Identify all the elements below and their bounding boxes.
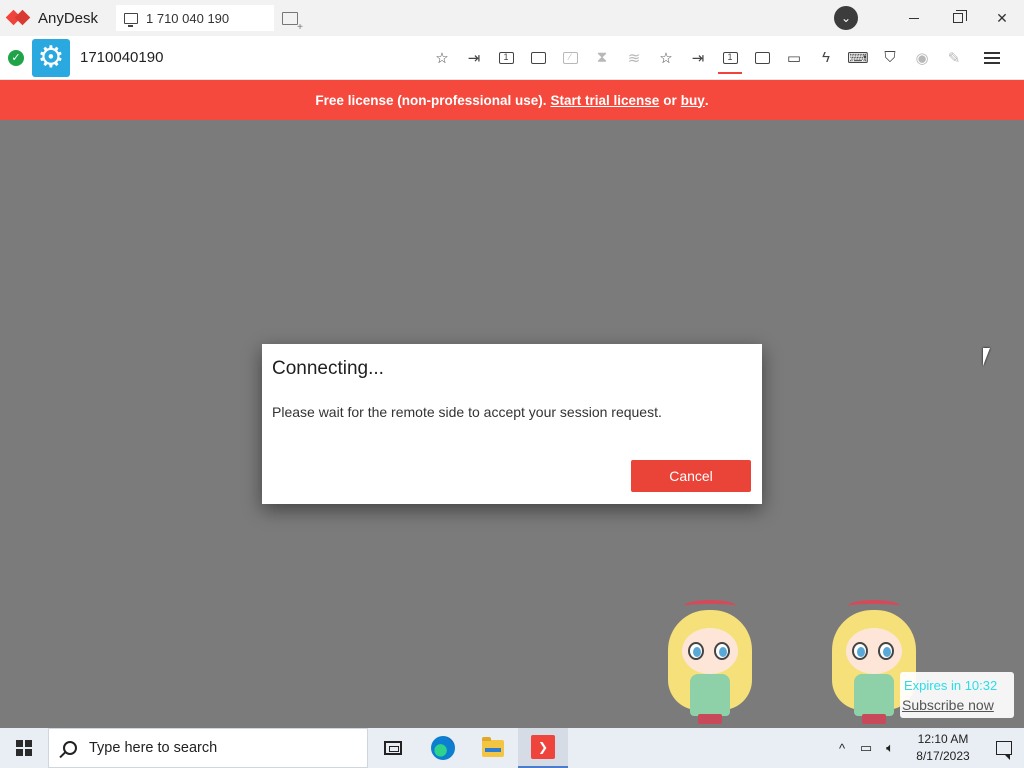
license-text: Free license (non-professional use).: [315, 92, 547, 108]
restore-icon: [953, 10, 967, 23]
network-icon[interactable]: ▭: [854, 728, 878, 768]
taskbar-search[interactable]: Type here to search: [48, 728, 368, 768]
close-icon: ✕: [996, 9, 1008, 26]
pen-icon[interactable]: ✎: [938, 42, 970, 74]
trial-expiry-overlay: Expires in 10:32 Subscribe now: [900, 672, 1014, 718]
dialog-title: Connecting...: [272, 358, 384, 379]
volume-icon[interactable]: 🔈︎: [878, 728, 902, 768]
favorite-icon[interactable]: ☆: [650, 42, 682, 74]
minimize-button[interactable]: [892, 0, 936, 36]
download-badge-icon[interactable]: ⌄: [834, 6, 858, 30]
session-tab-label: 1 710 040 190: [146, 10, 230, 26]
session-toolbar: ✓ ⚙ 1710040190 ☆ ⇥ 1 ⁄ ⧗ ≋ ☆ ⇥ 1 ▭ ϟ ⌨ ⛉…: [0, 36, 1024, 80]
license-banner: Free license (non-professional use). Sta…: [0, 80, 1024, 120]
favorite-icon[interactable]: ☆: [426, 42, 458, 74]
display-1-icon[interactable]: 1: [490, 42, 522, 74]
tool-group: ☆ ⇥ 1 ⁄ ⧗ ≋ ☆ ⇥ 1 ▭ ϟ ⌨ ⛉ ◉ ✎: [426, 42, 1000, 74]
notification-button[interactable]: [984, 728, 1024, 768]
clock-time: 12:10 AM: [917, 732, 969, 746]
cancel-button[interactable]: Cancel: [631, 460, 751, 492]
monitor-icon[interactable]: [522, 42, 554, 74]
edge-browser-icon: [431, 736, 455, 760]
system-tray: ^ ▭ 🔈︎ 12:10 AM 8/17/2023: [830, 728, 1024, 768]
mouse-cursor-icon: [983, 348, 997, 366]
clock[interactable]: 12:10 AM 8/17/2023: [908, 731, 978, 765]
actions-icon[interactable]: ⇥: [458, 42, 490, 74]
chat-icon[interactable]: ▭: [778, 42, 810, 74]
menu-icon[interactable]: [984, 51, 1000, 64]
display-1-icon[interactable]: 1: [714, 42, 746, 74]
or-text: or: [663, 92, 677, 108]
file-explorer-button[interactable]: [468, 728, 518, 768]
task-view-button[interactable]: [368, 728, 418, 768]
task-view-icon: [384, 741, 402, 755]
brand: AnyDesk: [8, 10, 108, 27]
banner-period: .: [704, 92, 709, 108]
folder-icon: [482, 736, 504, 757]
start-trial-link[interactable]: Start trial license: [550, 93, 659, 108]
character-sticker: [664, 598, 756, 726]
buy-link[interactable]: buy: [681, 93, 705, 108]
edge-button[interactable]: [418, 728, 468, 768]
taskbar: Type here to search ❯ ^ ▭ 🔈︎ 12:10 AM 8/…: [0, 728, 1024, 768]
anydesk-taskbar-button[interactable]: ❯: [518, 728, 568, 768]
minimize-icon: [909, 17, 919, 19]
lightning-icon[interactable]: ϟ: [810, 42, 842, 74]
transfer-icon[interactable]: ⇥: [682, 42, 714, 74]
search-icon: [63, 741, 77, 755]
session-id: 1710040190: [80, 49, 164, 66]
start-button[interactable]: [0, 728, 48, 768]
shield-icon[interactable]: ⛉: [874, 42, 906, 74]
monitor-icon: [124, 12, 138, 27]
windows-logo-icon: [16, 740, 32, 756]
clock-date: 8/17/2023: [916, 749, 970, 763]
close-button[interactable]: ✕: [980, 0, 1024, 36]
restore-button[interactable]: [936, 0, 980, 36]
session-tab[interactable]: 1 710 040 190: [116, 5, 274, 31]
connected-status-icon: ✓: [8, 49, 24, 66]
subscribe-link[interactable]: Subscribe now: [902, 697, 994, 713]
display-number: 1: [498, 51, 514, 64]
new-session-icon[interactable]: [282, 11, 303, 33]
title-bar: AnyDesk 1 710 040 190 ⌄ ✕: [0, 0, 1024, 36]
anydesk-logo-icon: [8, 10, 30, 26]
dialog-message: Please wait for the remote side to accep…: [272, 404, 662, 420]
database-icon[interactable]: ≋: [618, 42, 650, 74]
hidden-screen-icon[interactable]: ⁄: [554, 42, 586, 74]
expires-text: Expires in 10:32: [904, 678, 998, 693]
notification-icon: [996, 741, 1012, 760]
search-placeholder: Type here to search: [89, 740, 218, 756]
hourglass-icon[interactable]: ⧗: [586, 42, 618, 74]
settings-gear-icon[interactable]: ⚙: [32, 38, 70, 77]
anydesk-app-icon: ❯: [531, 735, 555, 759]
chevron-up-icon[interactable]: ^: [830, 728, 854, 768]
connecting-dialog: Connecting... Please wait for the remote…: [262, 344, 762, 504]
app-name: AnyDesk: [38, 9, 99, 27]
keyboard-icon[interactable]: ⌨: [842, 42, 874, 74]
fullscreen-icon[interactable]: [746, 42, 778, 74]
record-icon[interactable]: ◉: [906, 42, 938, 74]
